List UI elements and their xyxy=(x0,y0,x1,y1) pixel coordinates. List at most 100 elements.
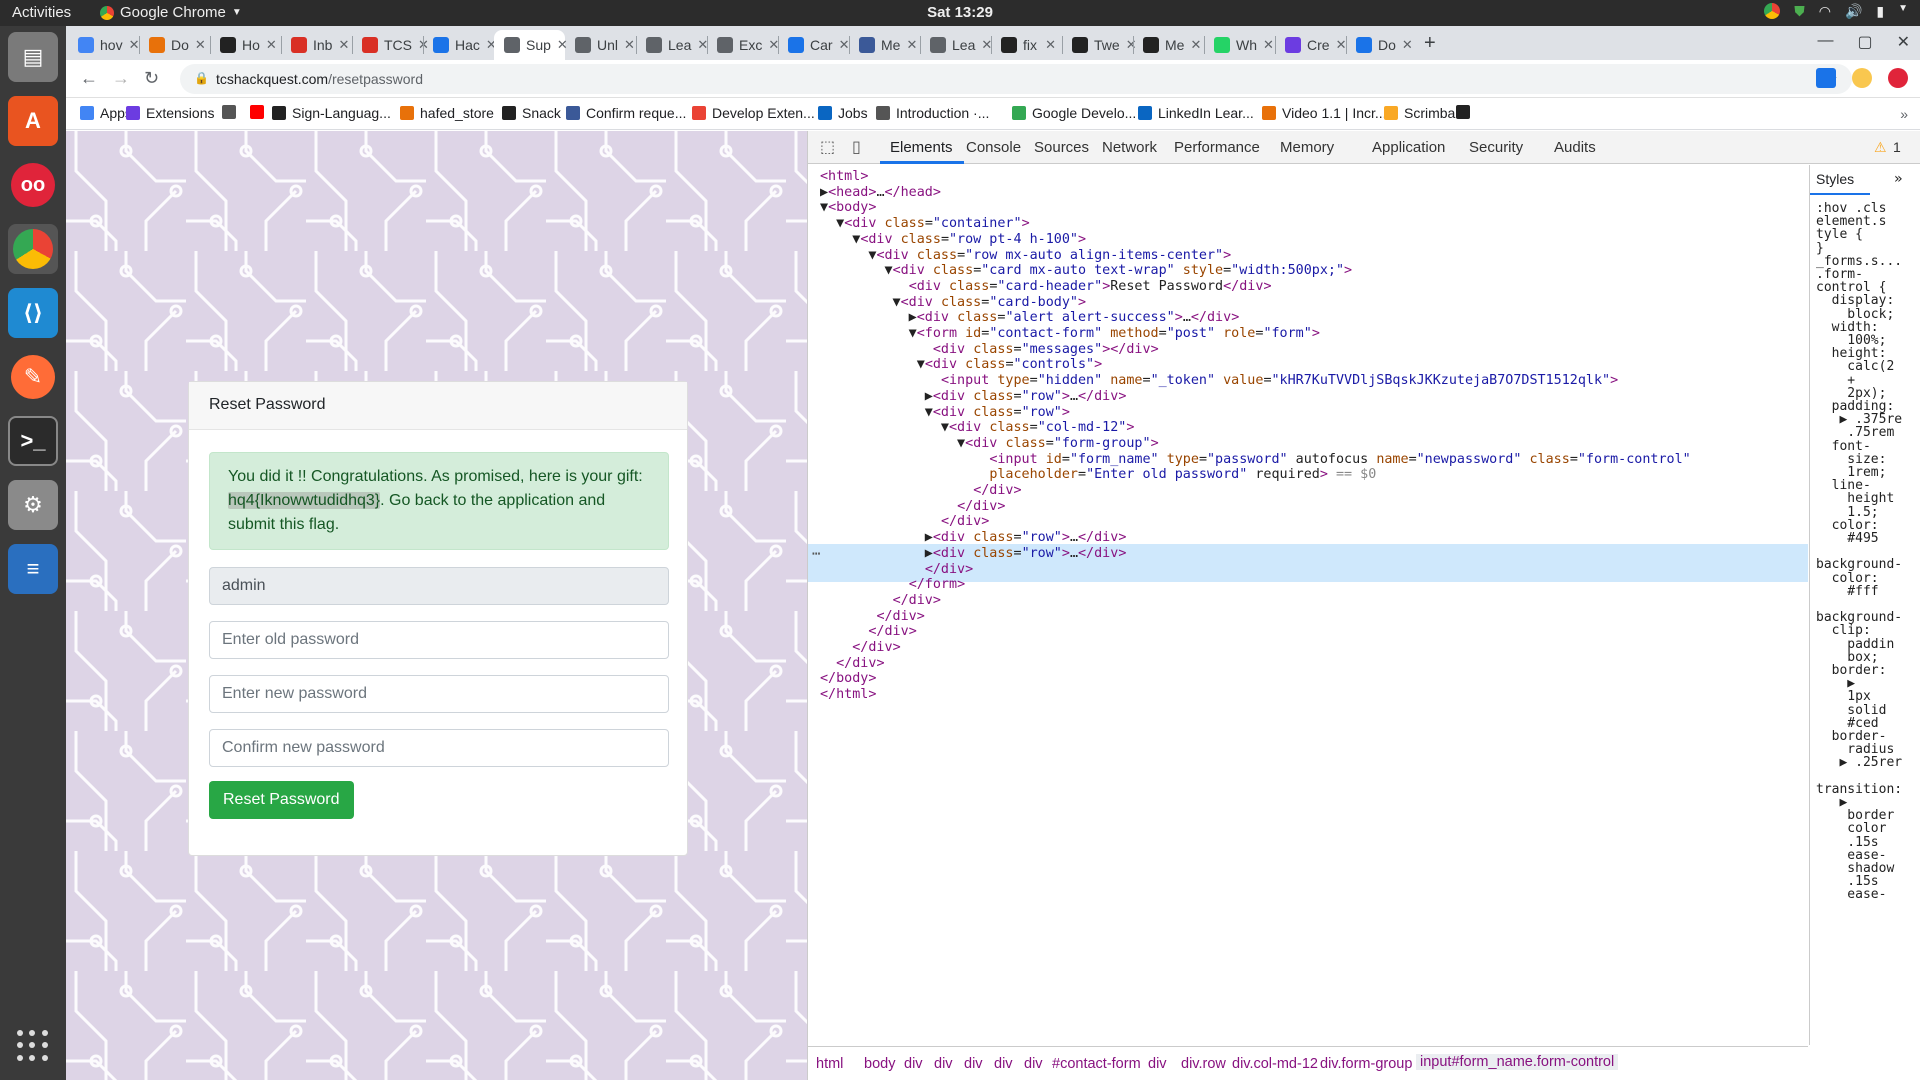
avatar[interactable] xyxy=(1852,68,1872,88)
devtools-tab-audits[interactable]: Audits xyxy=(1554,139,1596,156)
breadcrumb-item[interactable]: div.form-group xyxy=(1320,1056,1412,1072)
shield-icon[interactable]: ⛊ xyxy=(1794,3,1805,20)
bookmark-item[interactable]: Video 1.1 | Incr... xyxy=(1262,105,1387,121)
breadcrumb-item[interactable]: div.row xyxy=(1181,1056,1226,1072)
browser-tab[interactable]: hov ✕ xyxy=(68,30,139,60)
close-window-icon[interactable]: ✕ xyxy=(1897,32,1910,52)
breadcrumb-item[interactable]: div xyxy=(994,1056,1013,1072)
devtools-tab-performance[interactable]: Performance xyxy=(1174,139,1260,156)
breadcrumb-item[interactable]: div xyxy=(1148,1056,1167,1072)
bookmark-item[interactable]: Jobs xyxy=(818,105,868,121)
reset-password-button[interactable]: Reset Password xyxy=(209,781,354,819)
bookmark-item[interactable]: Scrimba xyxy=(1384,105,1455,121)
bookmark-item[interactable] xyxy=(1456,105,1470,119)
breadcrumb-item[interactable]: div xyxy=(1024,1056,1043,1072)
new-password-field[interactable] xyxy=(209,675,669,713)
devtools-tab-memory[interactable]: Memory xyxy=(1280,139,1334,156)
browser-tab[interactable]: Exc ✕ xyxy=(707,30,779,60)
chrome-dock-icon[interactable] xyxy=(8,224,58,274)
vscode-icon[interactable]: ⟨⟩ xyxy=(8,288,58,338)
flag-text[interactable]: hq4{Iknowwtudidhq3} xyxy=(228,492,381,509)
app-menu[interactable]: Google Chrome ▼ xyxy=(100,4,242,21)
browser-tab[interactable]: Car ✕ xyxy=(778,30,849,60)
browser-tab[interactable]: Ho ✕ xyxy=(210,30,281,60)
devtools-tab-network[interactable]: Network xyxy=(1102,139,1157,156)
inspect-icon[interactable]: ⬚ xyxy=(820,137,835,157)
expand-icon[interactable]: » xyxy=(1894,171,1902,187)
chrome-tray-icon[interactable] xyxy=(1764,3,1781,19)
browser-tab[interactable]: TCS✕ xyxy=(352,30,429,60)
styles-tab[interactable]: Styles xyxy=(1816,171,1854,187)
breadcrumb-item[interactable]: div.col-md-12 xyxy=(1232,1056,1318,1072)
breadcrumb-item[interactable]: div xyxy=(934,1056,953,1072)
system-tray[interactable]: ⛊ ◠ 🔊 ▮ ▼ xyxy=(1764,3,1908,20)
browser-tab[interactable]: Twe ✕ xyxy=(1062,30,1137,60)
breadcrumb-item[interactable]: input#form_name.form-control xyxy=(1416,1054,1619,1070)
browser-tab[interactable]: Me ✕ xyxy=(849,30,920,60)
style-rule-line[interactable]: ▶ .25rer xyxy=(1816,755,1902,770)
bookmark-item[interactable] xyxy=(222,105,236,119)
forward-icon[interactable]: → xyxy=(112,68,130,89)
style-rule-line[interactable]: ease- xyxy=(1816,887,1886,902)
browser-tab[interactable]: Cre ✕ xyxy=(1275,30,1346,60)
bookmark-item[interactable]: Apps xyxy=(80,105,132,121)
wifi-icon[interactable]: ◠ xyxy=(1819,3,1831,20)
breadcrumb-item[interactable]: div xyxy=(964,1056,983,1072)
devtools-tab-console[interactable]: Console xyxy=(966,139,1021,156)
username-field[interactable] xyxy=(209,567,669,605)
browser-tab[interactable]: Unl ✕ xyxy=(565,30,636,60)
bookmark-item[interactable]: Confirm reque... xyxy=(566,105,686,121)
settings-icon[interactable]: ⚙ xyxy=(8,480,58,530)
bookmark-item[interactable]: LinkedIn Lear... xyxy=(1138,105,1254,121)
bookmark-item[interactable]: Snack xyxy=(502,105,561,121)
bookmark-item[interactable]: Develop Exten... xyxy=(692,105,815,121)
browser-tab[interactable]: Do ✕ xyxy=(1346,30,1417,60)
reload-icon[interactable]: ↻ xyxy=(144,68,159,89)
dom-node-line[interactable]: </html> xyxy=(820,685,876,704)
bookmark-item[interactable]: Google Develo... xyxy=(1012,105,1136,121)
breadcrumb-item[interactable]: #contact-form xyxy=(1052,1056,1141,1072)
maximize-icon[interactable]: ▢ xyxy=(1857,32,1872,52)
lock-icon[interactable]: 🔒 xyxy=(194,71,209,85)
old-password-field[interactable] xyxy=(209,621,669,659)
device-toolbar-icon[interactable]: ▯ xyxy=(852,137,861,157)
bookmarks-overflow-icon[interactable]: » xyxy=(1900,106,1908,122)
breadcrumb-item[interactable]: html xyxy=(816,1056,843,1072)
browser-tab[interactable]: Lea ✕ xyxy=(636,30,708,60)
clock[interactable]: Sat 13:29 xyxy=(927,4,993,21)
back-icon[interactable]: ← xyxy=(80,68,98,89)
extension-icon[interactable] xyxy=(1816,68,1836,88)
browser-tab[interactable]: Hac ✕ xyxy=(423,30,497,60)
browser-tab[interactable]: Wh ✕ xyxy=(1204,30,1275,60)
new-tab-icon[interactable]: + xyxy=(1424,32,1436,55)
style-rule-line[interactable]: #fff xyxy=(1816,584,1878,599)
bookmark-item[interactable] xyxy=(250,105,264,119)
show-apps-icon[interactable] xyxy=(17,1030,49,1062)
extension-icon[interactable] xyxy=(1888,68,1908,88)
bookmark-item[interactable]: Extensions xyxy=(126,105,214,121)
terminal-icon[interactable]: >_ xyxy=(8,416,58,466)
devtools-tab-elements[interactable]: Elements xyxy=(890,139,953,156)
devtools-tab-security[interactable]: Security xyxy=(1469,139,1523,156)
browser-tab[interactable]: Me ✕ xyxy=(1133,30,1204,60)
battery-icon[interactable]: ▮ xyxy=(1876,3,1884,20)
volume-icon[interactable]: 🔊 xyxy=(1845,3,1862,20)
breadcrumb-item[interactable]: div xyxy=(904,1056,923,1072)
bookmark-item[interactable]: Introduction ·... xyxy=(876,105,989,121)
activities-button[interactable]: Activities xyxy=(12,4,71,21)
warning-icon[interactable]: ⚠ xyxy=(1874,139,1887,156)
software-center-icon[interactable]: A xyxy=(8,96,58,146)
devtools-tab-sources[interactable]: Sources xyxy=(1034,139,1089,156)
browser-tab[interactable]: Sup ✕ xyxy=(494,30,568,60)
bookmark-item[interactable]: Sign-Languag... xyxy=(272,105,391,121)
warning-count[interactable]: 1 xyxy=(1893,139,1901,155)
postman-icon[interactable]: ✎ xyxy=(8,352,58,402)
style-rule-line[interactable]: #495 xyxy=(1816,531,1878,546)
devtools-tab-application[interactable]: Application xyxy=(1372,139,1445,156)
bookmark-item[interactable]: hafed_store xyxy=(400,105,494,121)
browser-tab[interactable]: fix ✕ xyxy=(991,30,1062,60)
confirm-password-field[interactable] xyxy=(209,729,669,767)
browser-tab[interactable]: Inb ✕ xyxy=(281,30,352,60)
chevron-down-icon[interactable]: ▼ xyxy=(1898,3,1908,20)
close-icon[interactable]: ✕ xyxy=(1045,37,1062,53)
